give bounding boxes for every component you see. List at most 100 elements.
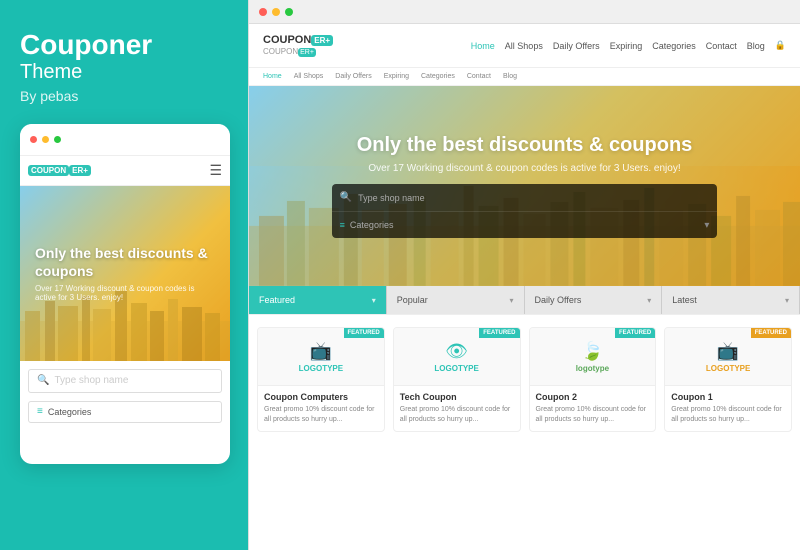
desktop-subnav-links: Home All Shops Daily Offers Expiring Cat… <box>263 73 517 80</box>
brand-title: Couponer <box>20 30 228 61</box>
desktop-cat-icon: ≡ <box>340 220 345 230</box>
desktop-hero: Only the best discounts & coupons Over 1… <box>249 86 800 286</box>
desktop-logo: COUPONER+ COUPONER+ <box>263 34 333 58</box>
coupon-card-2-logo: 🍃 logotype <box>576 341 609 373</box>
mobile-categories[interactable]: ≡ Categories <box>28 401 222 423</box>
desktop-dot-yellow <box>272 8 280 16</box>
coupon-card-2[interactable]: FEATURED 🍃 logotype Coupon 2 Great promo… <box>529 327 657 432</box>
categories-label: Categories <box>48 407 92 417</box>
coupon-card-0[interactable]: FEATURED 📺 LOGOTYPE Coupon Computers Gre… <box>257 327 385 432</box>
brand-author: By pebas <box>20 88 228 104</box>
mobile-dot-red <box>30 136 37 143</box>
nav-link-allshops[interactable]: All Shops <box>505 41 543 51</box>
desktop-dot-red <box>259 8 267 16</box>
coupon-card-1-header: FEATURED 👁 LOGOTYPE <box>394 328 520 386</box>
desktop-search-row[interactable]: 🔍 Type shop name <box>332 184 718 212</box>
coupon-card-3-desc: Great promo 10% discount code for all pr… <box>671 405 785 425</box>
coupon-card-3[interactable]: FEATURED 📺 LOGOTYPE Coupon 1 Great promo… <box>664 327 792 432</box>
subnav-categories[interactable]: Categories <box>421 73 455 80</box>
mobile-top-bar <box>20 124 230 156</box>
filter-tab-daily-arrow: ▾ <box>647 296 651 305</box>
coupon-card-2-header: FEATURED 🍃 logotype <box>530 328 656 386</box>
coupon-card-2-logo-text: logotype <box>576 364 609 373</box>
filter-tab-dailyoffers[interactable]: Daily Offers ▾ <box>525 286 663 314</box>
desktop-logo-sub-text: COUPON <box>263 47 298 56</box>
coupon-card-3-title: Coupon 1 <box>671 392 785 402</box>
desktop-logo-main: COUPONER+ <box>263 34 333 47</box>
coupon-card-2-icon: 🍃 <box>581 341 603 362</box>
mobile-logo-text: COUPON <box>28 165 69 176</box>
filter-tab-popular-label: Popular <box>397 295 428 305</box>
subnav-contact[interactable]: Contact <box>467 73 491 80</box>
nav-link-contact[interactable]: Contact <box>706 41 737 51</box>
mobile-search-placeholder: Type shop name <box>54 375 128 386</box>
mobile-search-section: 🔍 Type shop name <box>20 361 230 397</box>
nav-link-dailyoffers[interactable]: Daily Offers <box>553 41 600 51</box>
coupon-card-3-body: Coupon 1 Great promo 10% discount code f… <box>665 386 791 431</box>
coupon-card-3-badge: FEATURED <box>751 328 791 338</box>
subnav-blog[interactable]: Blog <box>503 73 517 80</box>
nav-link-categories[interactable]: Categories <box>652 41 696 51</box>
subnav-expiring[interactable]: Expiring <box>384 73 409 80</box>
filter-tab-popular-arrow: ▾ <box>509 296 513 305</box>
mobile-search-icon: 🔍 <box>37 375 49 386</box>
filter-tab-popular[interactable]: Popular ▾ <box>387 286 525 314</box>
desktop-logo-text: COUPON <box>263 34 311 46</box>
coupon-card-2-badge: FEATURED <box>615 328 655 338</box>
filter-tab-featured[interactable]: Featured ▾ <box>249 286 387 314</box>
coupon-card-0-logo: 📺 LOGOTYPE <box>299 341 343 373</box>
nav-lock-icon: 🔒 <box>775 40 786 51</box>
brand-subtitle: Theme <box>20 61 228 84</box>
nav-link-expiring[interactable]: Expiring <box>610 41 643 51</box>
coupon-card-3-icon: 📺 <box>717 341 739 362</box>
desktop-nav-links: Home All Shops Daily Offers Expiring Cat… <box>471 40 786 51</box>
subnav-home[interactable]: Home <box>263 73 282 80</box>
coupon-card-3-logo: 📺 LOGOTYPE <box>706 341 750 373</box>
coupon-card-1-body: Tech Coupon Great promo 10% discount cod… <box>394 386 520 431</box>
coupon-card-3-header: FEATURED 📺 LOGOTYPE <box>665 328 791 386</box>
categories-icon: ≡ <box>37 406 43 417</box>
desktop-dot-green <box>285 8 293 16</box>
desktop-search-placeholder: Type shop name <box>358 193 425 203</box>
filter-tab-featured-arrow: ▾ <box>372 296 376 305</box>
coupon-card-1-logo-text: LOGOTYPE <box>434 364 478 373</box>
subnav-daily[interactable]: Daily Offers <box>335 73 371 80</box>
desktop-categories-row[interactable]: ≡ Categories ▾ <box>332 212 718 238</box>
coupon-card-1-title: Tech Coupon <box>400 392 514 402</box>
coupon-card-1-badge: FEATURED <box>479 328 519 338</box>
coupon-card-2-desc: Great promo 10% discount code for all pr… <box>536 405 650 425</box>
coupon-card-0-logo-text: LOGOTYPE <box>299 364 343 373</box>
hamburger-icon[interactable]: ☰ <box>209 162 222 179</box>
mobile-dot-green <box>54 136 61 143</box>
coupon-card-0-title: Coupon Computers <box>264 392 378 402</box>
desktop-filter-tabs: Featured ▾ Popular ▾ Daily Offers ▾ Late… <box>249 286 800 314</box>
mobile-nav: COUPONER+ ☰ <box>20 156 230 186</box>
filter-tab-latest[interactable]: Latest ▾ <box>662 286 800 314</box>
left-panel: Couponer Theme By pebas COUPONER+ ☰ <box>0 0 248 550</box>
coupon-card-2-body: Coupon 2 Great promo 10% discount code f… <box>530 386 656 431</box>
filter-tab-latest-label: Latest <box>672 295 697 305</box>
coupon-card-0-badge: FEATURED <box>344 328 384 338</box>
mobile-hero-title: Only the best discounts & coupons <box>35 244 215 280</box>
desktop-navbar: COUPONER+ COUPONER+ Home All Shops Daily… <box>249 24 800 68</box>
coupon-card-0-desc: Great promo 10% discount code for all pr… <box>264 405 378 425</box>
desktop-logo-badge: ER+ <box>311 35 333 46</box>
mobile-search-input[interactable]: 🔍 Type shop name <box>28 369 222 393</box>
coupon-card-0-header: FEATURED 📺 LOGOTYPE <box>258 328 384 386</box>
desktop-cat-placeholder: Categories <box>350 220 394 230</box>
nav-link-blog[interactable]: Blog <box>747 41 765 51</box>
mobile-mockup: COUPONER+ ☰ Only the best d <box>20 124 230 464</box>
filter-tab-latest-arrow: ▾ <box>785 296 789 305</box>
desktop-hero-title: Only the best discounts & coupons <box>249 134 800 157</box>
filter-tab-daily-label: Daily Offers <box>535 295 582 305</box>
coupon-card-1[interactable]: FEATURED 👁 LOGOTYPE Tech Coupon Great pr… <box>393 327 521 432</box>
mobile-logo-badge: ER+ <box>69 165 91 176</box>
subnav-allshops[interactable]: All Shops <box>294 73 324 80</box>
nav-link-home[interactable]: Home <box>471 41 495 51</box>
coupon-cards-container: FEATURED 📺 LOGOTYPE Coupon Computers Gre… <box>249 314 800 444</box>
desktop-logo-sub: COUPONER+ <box>263 47 333 57</box>
brand-name: Couponer <box>20 29 152 60</box>
desktop-hero-content: Only the best discounts & coupons Over 1… <box>249 134 800 238</box>
coupon-card-1-desc: Great promo 10% discount code for all pr… <box>400 405 514 425</box>
coupon-card-0-icon: 📺 <box>310 341 332 362</box>
